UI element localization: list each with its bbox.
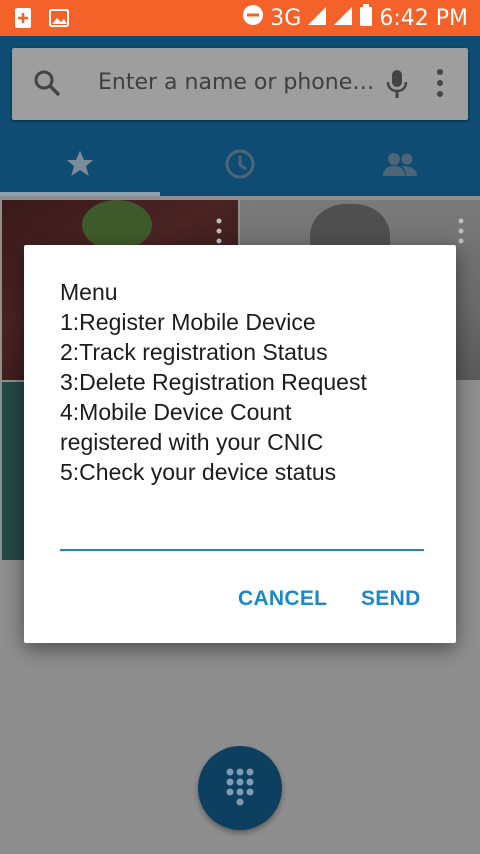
more-vert-icon[interactable] — [458, 218, 464, 244]
menu-option: 1:Register Mobile Device — [60, 309, 316, 335]
battery-icon — [359, 4, 373, 32]
dialpad-button[interactable] — [198, 746, 282, 830]
menu-option: 4:Mobile Device Count — [60, 399, 292, 425]
do-not-disturb-icon — [242, 4, 264, 32]
menu-option: 5:Check your device status — [60, 459, 337, 485]
network-type: 3G — [270, 5, 302, 31]
menu-option-continued: registered with your CNIC — [60, 429, 324, 455]
tab-bar — [0, 136, 480, 196]
tab-favorites[interactable] — [0, 146, 160, 186]
signal-icon — [307, 6, 327, 31]
tab-recents[interactable] — [160, 146, 320, 186]
clock-icon — [224, 148, 256, 184]
sim-add-icon — [12, 7, 34, 29]
tab-contacts[interactable] — [320, 146, 480, 186]
menu-option: 3:Delete Registration Request — [60, 369, 367, 395]
send-button[interactable]: SEND — [361, 587, 421, 611]
mic-icon[interactable] — [384, 68, 410, 104]
search-bar[interactable]: Enter a name or phone… — [12, 48, 468, 120]
cancel-button[interactable]: CANCEL — [238, 587, 327, 611]
search-icon[interactable] — [32, 68, 62, 102]
dialog-title: Menu — [60, 279, 118, 305]
image-icon — [48, 7, 70, 29]
dialog-message: Menu 1:Register Mobile Device 2:Track re… — [60, 277, 430, 487]
contact-photo — [82, 200, 152, 250]
clock-time: 6:42 PM — [379, 5, 468, 31]
search-input[interactable]: Enter a name or phone… — [98, 70, 374, 95]
reply-input[interactable] — [60, 509, 424, 551]
menu-option: 2:Track registration Status — [60, 339, 328, 365]
signal-icon — [333, 6, 353, 31]
app-bar: Enter a name or phone… — [0, 36, 480, 196]
more-vert-icon[interactable] — [436, 68, 444, 102]
more-vert-icon[interactable] — [216, 218, 222, 244]
status-bar: 3G 6:42 PM — [0, 0, 480, 36]
ussd-dialog: Menu 1:Register Mobile Device 2:Track re… — [24, 245, 456, 643]
star-icon — [64, 148, 96, 184]
dialpad-icon — [223, 766, 257, 810]
people-icon — [382, 150, 418, 182]
